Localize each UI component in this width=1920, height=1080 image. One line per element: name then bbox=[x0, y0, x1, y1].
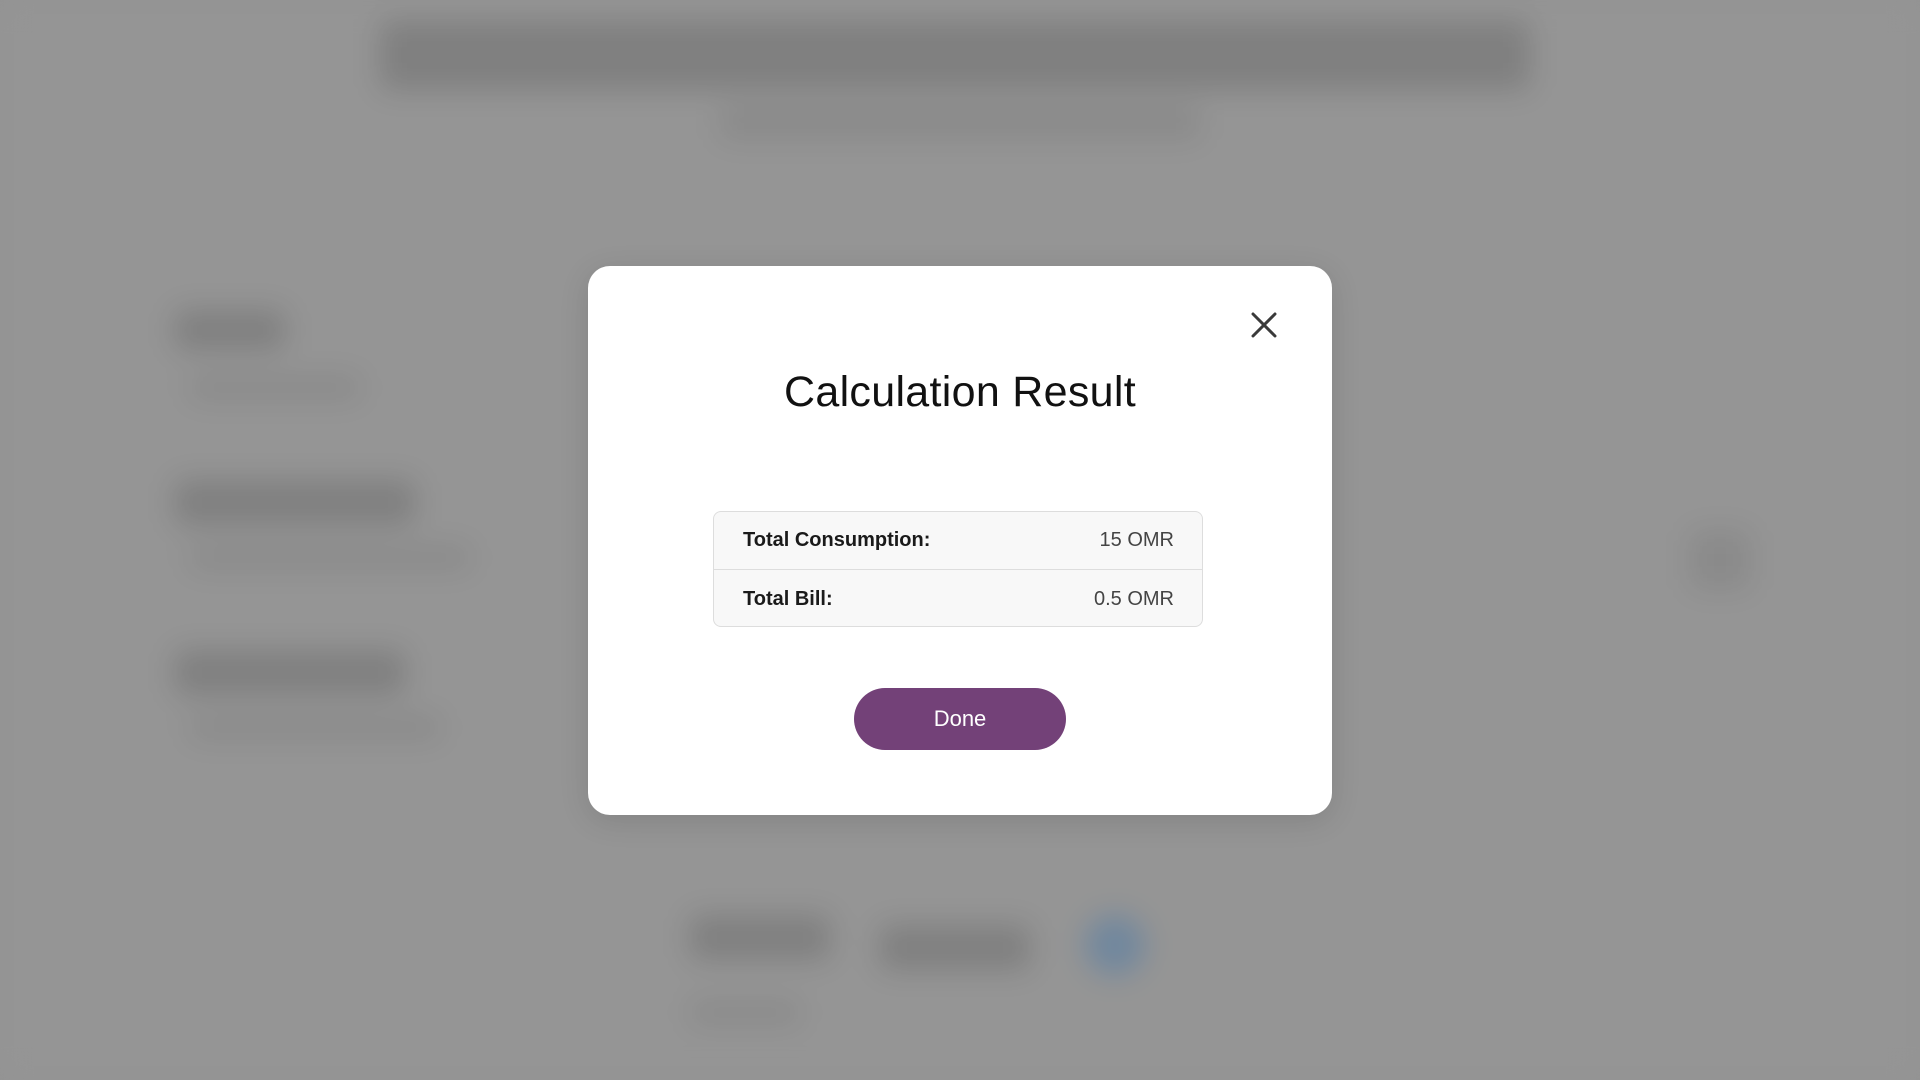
done-button[interactable]: Done bbox=[854, 688, 1066, 750]
result-table: Total Consumption: 15 OMR Total Bill: 0.… bbox=[713, 511, 1203, 627]
result-label: Total Bill: bbox=[743, 587, 833, 610]
result-value: 0.5 OMR bbox=[1093, 587, 1174, 610]
result-row-total-consumption: Total Consumption: 15 OMR bbox=[714, 512, 1202, 570]
dialog-title: Calculation Result bbox=[784, 368, 1136, 416]
result-value: 15 OMR bbox=[1099, 529, 1174, 551]
close-icon bbox=[1251, 312, 1277, 338]
result-label: Total Consumption: bbox=[743, 529, 931, 551]
result-row-total-bill: Total Bill: 0.5 OMR bbox=[714, 570, 1202, 626]
close-button[interactable] bbox=[1236, 297, 1292, 353]
